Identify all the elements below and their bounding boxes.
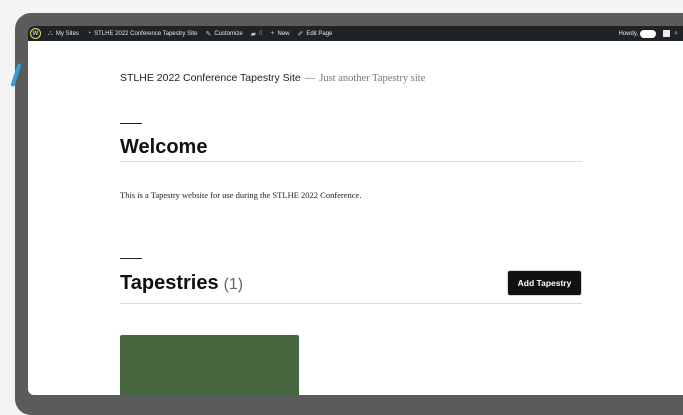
customize-link[interactable]: ✎ Customize bbox=[201, 26, 246, 41]
admin-bar-secondary: Howdy, ⌕ bbox=[619, 29, 683, 38]
site-name-label: STLHE 2022 Conference Tapestry Site bbox=[94, 30, 198, 37]
site-tagline: Just another Tapestry site bbox=[319, 73, 426, 84]
site-branding: STLHE 2022 Conference Tapestry Site — Just… bbox=[120, 72, 425, 84]
site-title[interactable]: STLHE 2022 Conference Tapestry Site bbox=[120, 72, 301, 84]
title-separator: — bbox=[304, 72, 316, 84]
welcome-separator bbox=[120, 123, 142, 124]
pencil-icon: ✐ bbox=[297, 30, 304, 38]
my-sites-label: My Sites bbox=[55, 30, 79, 37]
my-sites-menu[interactable]: ⛬ My Sites bbox=[44, 26, 83, 41]
my-sites-icon: ⛬ bbox=[48, 29, 53, 37]
welcome-heading: Welcome bbox=[120, 136, 208, 158]
comment-bubble-icon: ▰ bbox=[250, 30, 257, 38]
comments-link[interactable]: ▰ 0 bbox=[247, 26, 267, 41]
browser-screen: W ⛬ My Sites ◔ STLHE 2022 Conference Tap… bbox=[28, 26, 683, 395]
tapestries-heading: Tapestries (1) bbox=[120, 272, 243, 295]
site-name-menu[interactable]: ◔ STLHE 2022 Conference Tapestry Site bbox=[83, 26, 202, 41]
new-content-menu[interactable]: + New bbox=[266, 26, 293, 41]
intro-text: This is a Tapestry website for use durin… bbox=[120, 190, 362, 200]
edit-page-link[interactable]: ✐ Edit Page bbox=[294, 26, 337, 41]
tapestries-separator bbox=[120, 258, 142, 259]
tapestries-underline bbox=[120, 303, 582, 304]
tapestries-count: (1) bbox=[223, 276, 244, 293]
brush-icon: ✎ bbox=[205, 30, 212, 38]
tapestry-card-thumbnail[interactable] bbox=[120, 335, 299, 395]
add-tapestry-button[interactable]: Add Tapestry bbox=[507, 270, 582, 296]
howdy-label[interactable]: Howdy, bbox=[619, 31, 639, 37]
avatar[interactable] bbox=[663, 30, 671, 37]
account-toggle[interactable] bbox=[640, 29, 657, 38]
search-icon[interactable]: ⌕ bbox=[674, 30, 678, 38]
edit-page-label: Edit Page bbox=[306, 30, 333, 37]
customize-label: Customize bbox=[214, 30, 243, 37]
dashboard-icon: ◔ bbox=[86, 30, 92, 37]
admin-bar: W ⛬ My Sites ◔ STLHE 2022 Conference Tap… bbox=[28, 26, 683, 41]
new-label: New bbox=[277, 30, 290, 37]
wordpress-logo-icon[interactable]: W bbox=[30, 28, 41, 39]
comments-count: 0 bbox=[259, 30, 263, 37]
plus-icon: + bbox=[270, 30, 275, 37]
tapestries-heading-label: Tapestries bbox=[120, 272, 219, 294]
welcome-underline bbox=[120, 161, 582, 162]
